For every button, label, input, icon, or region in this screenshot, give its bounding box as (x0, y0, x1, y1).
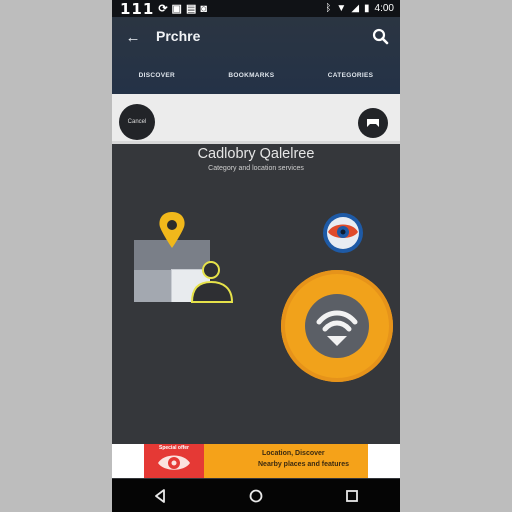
wifi-icon: ▼ (336, 3, 347, 14)
wifi-icon (316, 310, 358, 346)
status-left-text: 111 (120, 0, 155, 18)
eye-badge-icon (323, 213, 363, 253)
bookmark-button[interactable] (358, 108, 388, 138)
tab-discover[interactable]: DISCOVER (139, 72, 175, 79)
status-time: 4:00 (374, 3, 394, 14)
wifi-check-in-button[interactable] (281, 270, 393, 382)
sync-icon: ⟳ (158, 3, 168, 15)
big-button-inner (305, 294, 369, 358)
arrow-back-icon: ← (125, 28, 141, 46)
location-person-illustration (134, 212, 234, 303)
triangle-back-icon (155, 488, 165, 503)
promo-line-2: Nearby places and features (258, 461, 350, 468)
search-icon (372, 28, 389, 45)
status-bar: 111 ⟳ ▣ ▤ ◙ ᛒ ▼ ◢ ▮ 4:00 (112, 0, 400, 18)
toolbar-title: Prchre (156, 28, 201, 44)
action-strip (112, 94, 400, 144)
nav-home-button[interactable] (241, 484, 271, 508)
nav-back-button[interactable] (145, 484, 175, 508)
image-icon: ▣ (171, 3, 182, 15)
promo-line-1: Location, Discover (262, 450, 325, 457)
status-left: 111 ⟳ ▣ ▤ ◙ (120, 0, 207, 18)
strip-divider (112, 141, 400, 144)
tab-bar: DISCOVER BOOKMARKS CATEGORIES (112, 63, 400, 87)
promo-badge-caption: Special offer (158, 445, 189, 451)
bluetooth-icon: ᛒ (325, 3, 332, 14)
bookmark-icon (367, 119, 379, 127)
section-subheading: Category and location services (208, 165, 304, 172)
status-right: ᛒ ▼ ◢ ▮ 4:00 (325, 0, 394, 17)
promo-banner[interactable]: Special offer Location, Discover Nearby … (112, 444, 400, 478)
eye-icon (158, 455, 190, 470)
section-heading: Cadlobry Qalelree (197, 146, 315, 162)
signal-icon: ◢ (351, 3, 360, 14)
circle-home-icon (249, 489, 263, 502)
app-toolbar: ← Prchre DISCOVER BOOKMARKS CATEGORIES (112, 17, 400, 94)
lock-icon: ▤ (185, 3, 197, 15)
square-recents-icon (346, 489, 358, 502)
pill-label: Cancel (127, 119, 147, 125)
back-button[interactable]: ← (122, 26, 144, 48)
cancel-pill-button[interactable]: Cancel (119, 104, 155, 140)
tab-bookmarks[interactable]: BOOKMARKS (228, 72, 274, 79)
search-button[interactable] (370, 26, 392, 48)
phone-screen: 111 ⟳ ▣ ▤ ◙ ᛒ ▼ ◢ ▮ 4:00 ← Prchre DISCOV… (112, 0, 400, 512)
tab-categories[interactable]: CATEGORIES (328, 72, 374, 79)
battery-icon: ▮ (364, 3, 370, 14)
camera-icon: ◙ (200, 2, 207, 15)
promo-badge: Special offer (144, 444, 204, 478)
system-nav-bar (112, 479, 400, 512)
nav-recents-button[interactable] (337, 484, 367, 508)
